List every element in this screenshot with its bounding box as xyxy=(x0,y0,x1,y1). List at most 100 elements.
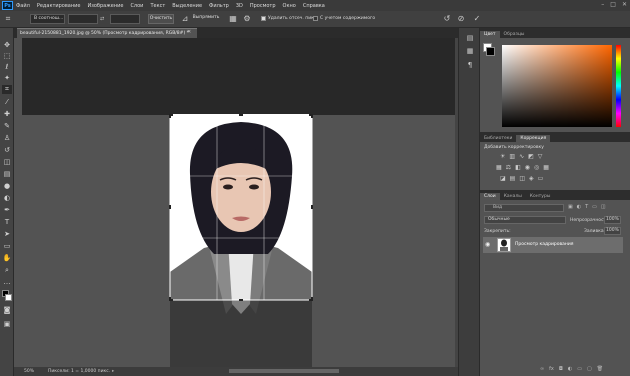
tab-paths[interactable]: Контуры xyxy=(526,193,555,200)
settings-gear-icon[interactable]: ⚙ xyxy=(242,14,252,24)
brightness-icon[interactable]: ☀ xyxy=(500,153,505,160)
eyedropper-tool-icon[interactable]: ⁄ xyxy=(2,98,12,107)
menu-image[interactable]: Изображение xyxy=(87,3,123,9)
commit-check-icon[interactable]: ✓ xyxy=(472,14,482,24)
filter-pixel-icon[interactable]: ▣ xyxy=(568,204,573,210)
menu-text[interactable]: Текст xyxy=(150,3,165,9)
brush-tool-icon[interactable]: ✎ xyxy=(2,122,12,131)
path-selection-icon[interactable]: ➤ xyxy=(2,230,12,239)
hue-saturation-icon[interactable]: ▦ xyxy=(496,164,502,171)
curves-icon[interactable]: ∿ xyxy=(519,153,524,160)
selective-color-icon[interactable]: ◈ xyxy=(529,175,534,182)
tab-libraries[interactable]: Библиотеки xyxy=(480,135,516,142)
crop-tool-icon[interactable]: ⌗ xyxy=(2,85,12,94)
close-window-icon[interactable]: ✕ xyxy=(622,1,627,8)
paragraph-panel-icon[interactable]: ¶ xyxy=(465,60,475,70)
magic-wand-icon[interactable]: ✦ xyxy=(2,74,12,83)
reset-icon[interactable]: ↺ xyxy=(442,14,452,24)
clear-button[interactable]: Очистить xyxy=(148,14,174,24)
quick-mask-icon[interactable]: ◙ xyxy=(2,306,12,315)
straighten-icon[interactable]: ⊿ xyxy=(180,14,190,24)
tab-swatches[interactable]: Образцы xyxy=(500,31,529,38)
document-tab[interactable]: beautiful-2150881_1920.jpg @ 50% (Просмо… xyxy=(17,28,197,38)
tab-color[interactable]: Цвет xyxy=(480,31,500,38)
healing-brush-icon[interactable]: ✚ xyxy=(2,110,12,119)
vibrance-icon[interactable]: ▽ xyxy=(538,153,543,160)
threshold-icon[interactable]: ◫ xyxy=(519,175,525,182)
blend-mode-select[interactable]: Обычные xyxy=(484,216,566,224)
exposure-icon[interactable]: ◩ xyxy=(528,153,534,160)
screen-mode-icon[interactable]: ▣ xyxy=(2,320,12,329)
filter-shape-icon[interactable]: ▭ xyxy=(592,204,597,210)
zoom-level[interactable]: 50% xyxy=(24,367,34,376)
color-lookup-icon[interactable]: ▦ xyxy=(543,164,549,171)
invert-icon[interactable]: ◪ xyxy=(500,175,506,182)
horizontal-scrollbar[interactable] xyxy=(229,369,339,373)
tab-layers[interactable]: Слои xyxy=(480,193,500,200)
fill-input[interactable]: 100% xyxy=(604,227,621,235)
background-color-swatch[interactable] xyxy=(5,294,12,301)
gradient-tool-icon[interactable]: ▤ xyxy=(2,170,12,179)
delete-layer-icon[interactable]: 🗑 xyxy=(597,366,603,372)
layer-name[interactable]: Просмотр кадрирования xyxy=(515,242,574,247)
layer-filter-select[interactable]: Вид xyxy=(484,204,564,212)
posterize-icon[interactable]: ▤ xyxy=(510,175,516,182)
visibility-eye-icon[interactable]: ◉ xyxy=(485,241,490,248)
gradient-map-icon[interactable]: ▭ xyxy=(538,175,544,182)
menu-view[interactable]: Просмотр xyxy=(250,3,276,9)
swap-icon[interactable]: ⇄ xyxy=(100,16,104,22)
menu-filter[interactable]: Фильтр xyxy=(209,3,229,9)
marquee-tool-icon[interactable]: ⬚ xyxy=(2,52,12,61)
menu-edit[interactable]: Редактирование xyxy=(37,3,81,9)
minimize-icon[interactable]: – xyxy=(601,1,604,8)
opacity-input[interactable]: 100% xyxy=(604,216,621,224)
menu-file[interactable]: Файл xyxy=(16,3,30,9)
color-background-swatch[interactable] xyxy=(486,47,495,56)
menu-3d[interactable]: 3D xyxy=(236,3,243,9)
layer-style-icon[interactable]: fx xyxy=(549,366,554,372)
menu-layers[interactable]: Слои xyxy=(130,3,143,9)
clone-stamp-icon[interactable]: ♙ xyxy=(2,134,12,143)
pen-tool-icon[interactable]: ✒ xyxy=(2,206,12,215)
more-tools-icon[interactable]: … xyxy=(2,278,12,287)
move-tool-icon[interactable]: ✥ xyxy=(2,41,12,50)
new-adjustment-icon[interactable]: ◐ xyxy=(568,366,572,372)
content-aware-checkbox[interactable] xyxy=(313,16,318,21)
status-menu-arrow-icon[interactable]: ▸ xyxy=(112,367,114,376)
levels-icon[interactable]: ▥ xyxy=(509,153,515,160)
straighten-button[interactable]: Выпрямить xyxy=(192,14,220,24)
black-white-icon[interactable]: ◧ xyxy=(515,164,521,171)
dodge-tool-icon[interactable]: ◐ xyxy=(2,194,12,203)
new-group-icon[interactable]: ▭ xyxy=(577,366,582,372)
type-tool-icon[interactable]: T xyxy=(2,218,12,227)
tab-adjustments[interactable]: Коррекция xyxy=(516,135,551,142)
close-tab-icon[interactable]: ✕ xyxy=(187,29,191,35)
photo-filter-icon[interactable]: ◉ xyxy=(525,164,530,171)
delete-cropped-checkbox[interactable] xyxy=(261,16,266,21)
layer-row[interactable]: ◉ Просмотр кадрирования xyxy=(483,237,623,253)
channel-mixer-icon[interactable]: ◎ xyxy=(534,164,539,171)
properties-panel-icon[interactable]: ▦ xyxy=(465,46,475,56)
overlay-grid-icon[interactable]: ▦ xyxy=(228,14,238,24)
color-picker-field[interactable] xyxy=(502,45,612,127)
height-input[interactable] xyxy=(110,14,140,24)
history-brush-icon[interactable]: ↺ xyxy=(2,146,12,155)
tab-channels[interactable]: Каналы xyxy=(500,193,526,200)
hue-slider[interactable] xyxy=(616,45,621,127)
menu-window[interactable]: Окно xyxy=(283,3,296,9)
new-layer-icon[interactable]: ▢ xyxy=(587,366,592,372)
width-input[interactable] xyxy=(68,14,98,24)
canvas-photo[interactable] xyxy=(168,114,314,368)
history-panel-icon[interactable]: ▤ xyxy=(465,33,475,43)
menu-select[interactable]: Выделение xyxy=(172,3,202,9)
link-layers-icon[interactable]: ∞ xyxy=(540,366,544,372)
cancel-icon[interactable]: ⊘ xyxy=(456,14,466,24)
eraser-tool-icon[interactable]: ◫ xyxy=(2,158,12,167)
maximize-icon[interactable]: □ xyxy=(610,1,616,8)
filter-type-icon[interactable]: T xyxy=(585,204,588,210)
lasso-tool-icon[interactable]: ℓ xyxy=(2,63,12,72)
ratio-select[interactable]: В соотнош... xyxy=(30,14,65,24)
zoom-tool-icon[interactable]: ⌕ xyxy=(2,266,12,275)
filter-smart-icon[interactable]: ◫ xyxy=(601,204,606,210)
filter-adjust-icon[interactable]: ◐ xyxy=(577,204,581,210)
